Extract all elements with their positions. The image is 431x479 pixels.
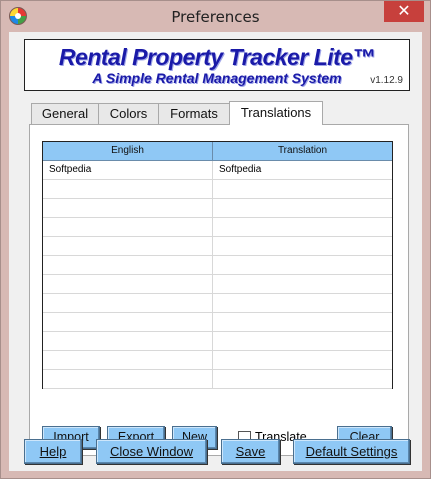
cell-english[interactable]	[43, 199, 213, 217]
table-row[interactable]	[43, 370, 392, 389]
table-row[interactable]	[43, 351, 392, 370]
grid-header: English Translation	[43, 142, 392, 161]
table-row[interactable]	[43, 294, 392, 313]
cell-translation[interactable]	[213, 180, 392, 198]
default-settings-button[interactable]: Default Settings	[293, 439, 410, 464]
cell-english[interactable]	[43, 332, 213, 350]
cell-english[interactable]	[43, 351, 213, 369]
tab-colors[interactable]: Colors	[98, 103, 159, 124]
cell-translation[interactable]	[213, 351, 392, 369]
cell-translation[interactable]	[213, 256, 392, 274]
table-row[interactable]: Softpedia Softpedia	[43, 161, 392, 180]
version-label: v1.12.9	[370, 75, 403, 86]
table-row[interactable]	[43, 180, 392, 199]
help-button[interactable]: Help	[24, 439, 82, 464]
tab-translations[interactable]: Translations	[229, 101, 323, 125]
table-row[interactable]	[43, 256, 392, 275]
table-row[interactable]	[43, 275, 392, 294]
banner-subtitle: A Simple Rental Management System	[92, 70, 342, 86]
cell-english[interactable]	[43, 237, 213, 255]
preferences-window: Preferences ✕ Rental Property Tracker Li…	[0, 0, 431, 479]
cell-translation[interactable]	[213, 332, 392, 350]
cell-translation[interactable]	[213, 370, 392, 388]
window-title: Preferences	[171, 8, 260, 26]
cell-translation[interactable]	[213, 275, 392, 293]
cell-translation[interactable]	[213, 313, 392, 331]
column-header-english[interactable]: English	[43, 142, 213, 161]
translations-grid[interactable]: English Translation Softpedia Softpedia	[42, 141, 393, 389]
cell-english[interactable]	[43, 275, 213, 293]
cell-english[interactable]	[43, 218, 213, 236]
close-icon[interactable]: ✕	[384, 1, 424, 22]
translations-panel: English Translation Softpedia Softpedia I…	[29, 124, 409, 456]
app-banner: Rental Property Tracker Lite™ A Simple R…	[24, 39, 410, 91]
cell-english[interactable]	[43, 180, 213, 198]
cell-english[interactable]: Softpedia	[43, 161, 213, 179]
cell-translation[interactable]: Softpedia	[213, 161, 392, 179]
save-button[interactable]: Save	[221, 439, 280, 464]
cell-translation[interactable]	[213, 237, 392, 255]
table-row[interactable]	[43, 237, 392, 256]
cell-english[interactable]	[43, 256, 213, 274]
client-area: Rental Property Tracker Lite™ A Simple R…	[9, 32, 422, 471]
cell-translation[interactable]	[213, 199, 392, 217]
cell-translation[interactable]	[213, 294, 392, 312]
title-bar[interactable]: Preferences ✕	[1, 1, 430, 32]
table-row[interactable]	[43, 199, 392, 218]
table-row[interactable]	[43, 218, 392, 237]
table-row[interactable]	[43, 332, 392, 351]
tab-strip: General Colors Formats Translations	[31, 101, 411, 125]
close-window-button[interactable]: Close Window	[96, 439, 207, 464]
column-header-translation[interactable]: Translation	[213, 142, 392, 161]
cell-english[interactable]	[43, 313, 213, 331]
table-row[interactable]	[43, 313, 392, 332]
tab-formats[interactable]: Formats	[158, 103, 230, 124]
cell-english[interactable]	[43, 370, 213, 388]
tab-general[interactable]: General	[31, 103, 99, 124]
cell-translation[interactable]	[213, 218, 392, 236]
cell-english[interactable]	[43, 294, 213, 312]
banner-title: Rental Property Tracker Lite™	[58, 44, 376, 70]
